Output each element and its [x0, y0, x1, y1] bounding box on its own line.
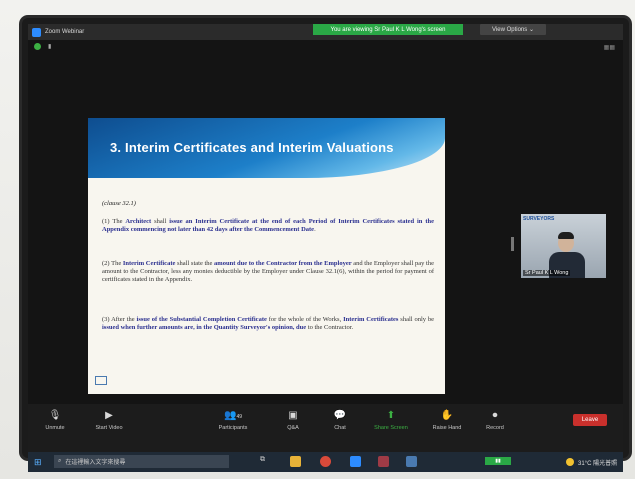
slide-title: 3. Interim Certificates and Interim Valu… — [110, 140, 394, 155]
app-icon-2[interactable] — [406, 456, 417, 467]
weather-text: 31°C 陽光普照 — [578, 461, 618, 467]
speaker-name-label: Sr Paul K L Wong — [523, 270, 571, 276]
slide-clause: (clause 32.1) — [102, 200, 136, 207]
raise-hand-button[interactable]: ✋ Raise Hand — [422, 410, 472, 431]
task-view-icon[interactable]: ⧉ — [260, 456, 271, 467]
slide-paragraph-2: (2) The Interim Certificate shall state … — [102, 260, 434, 284]
unmute-button[interactable]: 🎙 Unmute — [30, 410, 80, 431]
viewing-banner: You are viewing Sr Paul K L Wong's scree… — [313, 24, 463, 35]
record-button[interactable]: ⏺ Record — [470, 410, 520, 431]
security-shield-icon[interactable] — [34, 43, 41, 50]
speaker-wall-logo: SURVEYORS — [523, 216, 555, 222]
participants-icon: 👥49 — [223, 410, 242, 421]
app-title: Zoom Webinar — [45, 29, 85, 35]
participants-count: 49 — [236, 414, 242, 420]
shared-slide: 3. Interim Certificates and Interim Valu… — [88, 118, 445, 394]
meeting-toolbar: 🎙 Unmute ▶ Start Video 👥49 Participants … — [28, 404, 623, 452]
chrome-icon[interactable] — [320, 456, 331, 467]
house-logo-icon — [95, 376, 107, 385]
video-off-icon: ▶ — [105, 410, 113, 421]
chat-icon: 💬 — [333, 410, 347, 421]
qa-icon: ▣ — [288, 410, 298, 421]
windows-start-icon[interactable]: ⊞ — [34, 457, 42, 468]
share-scrollbar[interactable] — [511, 237, 514, 251]
chat-button[interactable]: 💬 Chat — [315, 410, 365, 431]
start-video-button[interactable]: ▶ Start Video — [84, 410, 134, 431]
view-options-button[interactable]: View Options ⌄ — [480, 24, 546, 35]
record-icon: ⏺ — [492, 410, 498, 421]
windows-taskbar: ⊞ ⌕ 在這裡輸入文字來搜尋 ⧉ ▮▮ 31°C 陽光普照 — [28, 452, 623, 472]
slide-footer-logo — [92, 376, 107, 385]
speaker-hair — [558, 232, 574, 239]
speaker-video[interactable]: SURVEYORS Sr Paul K L Wong — [521, 214, 606, 278]
file-explorer-icon[interactable] — [290, 456, 301, 467]
slide-paragraph-3: (3) After the issue of the Substantial C… — [102, 316, 435, 332]
zoom-logo-icon — [32, 27, 41, 37]
connection-signal-icon: ▮ — [48, 44, 52, 50]
tray-badge[interactable]: ▮▮ — [485, 457, 511, 465]
participants-button[interactable]: 👥49 Participants — [208, 410, 258, 431]
qa-button[interactable]: ▣ Q&A — [268, 410, 318, 431]
gallery-view-icon[interactable]: ▦▦ — [604, 44, 615, 51]
search-icon: ⌕ — [58, 458, 62, 464]
search-placeholder: 在這裡輸入文字來搜尋 — [65, 460, 126, 466]
zoom-screen: Zoom Webinar You are viewing Sr Paul K L… — [28, 24, 623, 452]
taskbar-search-input[interactable]: ⌕ 在這裡輸入文字來搜尋 — [54, 455, 229, 468]
slide-paragraph-1: (1) The Architect shall issue an Interim… — [102, 218, 434, 234]
leave-button[interactable]: Leave — [573, 414, 607, 426]
app-icon[interactable] — [378, 456, 389, 467]
sun-weather-icon — [566, 458, 574, 466]
share-screen-icon: ⬆ — [386, 410, 396, 421]
zoom-taskbar-icon[interactable] — [350, 456, 361, 467]
share-screen-button[interactable]: ⬆ Share Screen — [366, 410, 416, 431]
microphone-muted-icon: 🎙 — [48, 410, 62, 421]
raise-hand-icon: ✋ — [440, 410, 454, 421]
